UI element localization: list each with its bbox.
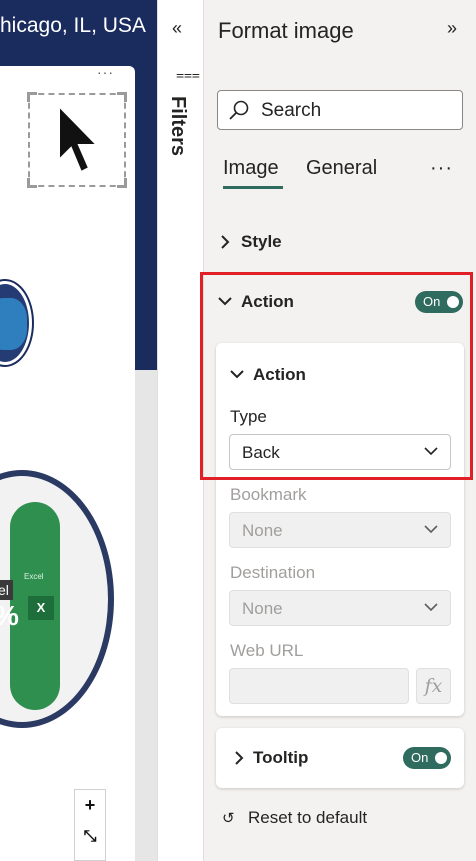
format-pane: Format image » Search Image General ··· … (204, 0, 476, 861)
fx-icon: fx (416, 668, 451, 704)
toggle-knob (435, 752, 447, 764)
expand-filters-icon[interactable]: « (172, 18, 182, 39)
fit-to-page-icon[interactable]: ⤡ (75, 822, 105, 852)
web-url-label: Web URL (230, 641, 304, 660)
chevron-down-icon (424, 447, 438, 456)
resize-handle-tl[interactable] (27, 92, 37, 102)
banner-location-text: hicago, IL, USA (0, 14, 146, 37)
chevron-down-icon (424, 603, 438, 612)
active-tab-indicator (223, 186, 283, 189)
action-subsection-header[interactable]: Action (216, 355, 464, 395)
action-subsection-label: Action (253, 365, 306, 384)
section-action-label: Action (241, 292, 294, 311)
search-icon (229, 100, 249, 120)
tooltip-card[interactable]: Tooltip On (216, 728, 464, 788)
section-style[interactable]: Style (204, 222, 476, 262)
resize-handle-bl[interactable] (27, 178, 37, 188)
chevron-down-icon (230, 370, 244, 379)
badge-small-inner (0, 298, 27, 350)
excel-icon: X (28, 596, 54, 620)
action-card: Action Type Back Bookmark None Destinati… (216, 343, 464, 716)
bookmark-label: Bookmark (230, 485, 307, 504)
search-input[interactable]: Search (217, 90, 463, 130)
reset-icon: ↺ (222, 810, 235, 827)
destination-label: Destination (230, 563, 316, 582)
filters-pane-collapsed: « ⩶ Filters (157, 0, 204, 861)
destination-dropdown: None (229, 590, 451, 626)
section-action[interactable]: Action On (204, 282, 476, 322)
collapse-pane-icon[interactable]: » (447, 18, 457, 39)
section-style-label: Style (241, 232, 282, 251)
type-value: Back (242, 443, 280, 462)
toggle-knob (447, 296, 459, 308)
visual-more-options-icon[interactable]: ··· (97, 64, 114, 80)
type-dropdown[interactable]: Back (229, 434, 451, 470)
chevron-down-icon (424, 525, 438, 534)
tooltip-label: Tooltip (253, 748, 309, 767)
resize-handle-tr[interactable] (117, 92, 127, 102)
zoom-in-icon[interactable]: + (75, 790, 105, 820)
tooltip-toggle-text: On (411, 750, 429, 765)
resize-handle-br[interactable] (117, 178, 127, 188)
destination-value: None (242, 599, 283, 618)
web-url-input (229, 668, 409, 704)
chevron-right-icon (221, 235, 230, 249)
tab-image[interactable]: Image (223, 157, 279, 180)
app-root: hicago, IL, USA ··· e 0 Excel X el % + ⤡ (0, 0, 476, 861)
badge-large-percent: % (0, 600, 19, 632)
report-canvas: hicago, IL, USA ··· e 0 Excel X el % + ⤡ (0, 0, 157, 861)
action-toggle-text: On (423, 294, 441, 309)
bookmark-dropdown: None (229, 512, 451, 548)
bookmark-value: None (242, 521, 283, 540)
search-placeholder: Search (261, 100, 322, 121)
reset-label: Reset to default (248, 808, 368, 827)
chevron-down-icon (218, 297, 232, 306)
tab-general[interactable]: General (306, 157, 377, 180)
filters-label[interactable]: Filters (166, 96, 189, 156)
type-label: Type (230, 407, 267, 426)
board-excel-text: Excel (24, 572, 44, 581)
filter-icon: ⩶ (176, 66, 200, 82)
chevron-right-icon (235, 751, 244, 765)
pane-title: Format image (218, 18, 354, 43)
cursor-arrow-icon (58, 104, 100, 174)
action-toggle[interactable]: On (415, 291, 463, 313)
tooltip-toggle[interactable]: On (403, 747, 451, 769)
zoom-controls: + ⤡ (74, 789, 106, 861)
badge-large-label: el (0, 580, 13, 600)
more-options-icon[interactable]: ··· (430, 157, 453, 180)
